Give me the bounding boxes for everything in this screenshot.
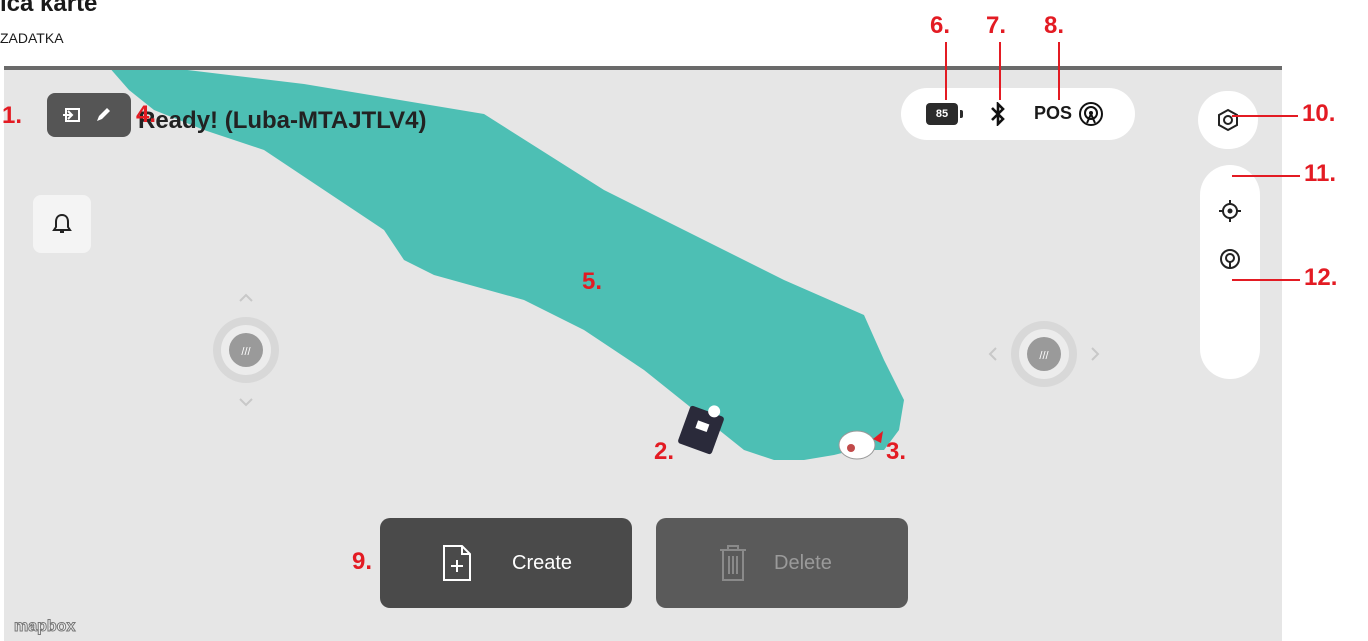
leader-8 [1058,42,1060,100]
svg-text:///: /// [241,346,251,358]
right-joystick[interactable]: /// [979,314,1109,394]
bell-icon [52,213,72,233]
device-status-bar: 85 POS [901,88,1135,140]
leader-11 [1232,175,1300,177]
create-button-label: Create [512,552,573,574]
app-screen: Ready! (Luba-MTAJTLV4) 85 POS /// /// Cr… [4,66,1282,641]
marker-6: 6. [930,12,951,39]
marker-7: 7. [986,12,1007,39]
marker-9: 9. [352,548,373,575]
trash-icon [720,545,746,581]
mapbox-logo: mapbox [13,618,76,636]
svg-text:///: /// [1039,350,1049,362]
marker-10: 10. [1302,100,1336,127]
document-title: ica karte [0,0,98,17]
crosshair-icon[interactable] [1218,199,1242,223]
exit-icon [63,108,80,122]
leader-7 [999,42,1001,100]
pos-label: POS [1034,103,1073,123]
bluetooth-icon [991,102,1005,126]
device-status: Ready! (Luba-MTAJTLV4) [138,107,427,134]
delete-button[interactable]: Delete [656,518,908,608]
hexagon-settings-icon [1218,108,1238,132]
marker-12: 12. [1304,264,1338,291]
battery-indicator: 85 [926,103,963,125]
leader-12 [1232,279,1300,281]
leader-6 [945,42,947,100]
pencil-icon [97,108,110,121]
notifications-button[interactable] [33,195,91,253]
create-button[interactable]: Create [380,518,632,608]
marker-8: 8. [1044,12,1065,39]
marker-5: 5. [582,268,603,295]
add-file-icon [443,545,471,581]
marker-1: 1. [2,102,23,129]
map-tools-panel [1200,165,1260,379]
delete-button-label: Delete [774,552,832,574]
marker-3: 3. [886,438,907,465]
marker-4: 4. [136,101,157,128]
leader-10 [1232,115,1298,117]
marker-11: 11. [1304,160,1337,187]
left-joystick[interactable]: /// [206,285,286,415]
settings-button[interactable] [1198,91,1258,149]
antenna-signal-icon [1079,102,1103,126]
marker-2: 2. [654,438,675,465]
edit-map-button[interactable] [47,93,131,137]
location-pin-icon[interactable] [1218,247,1242,271]
document-subtitle: ZADATKA [0,30,64,46]
